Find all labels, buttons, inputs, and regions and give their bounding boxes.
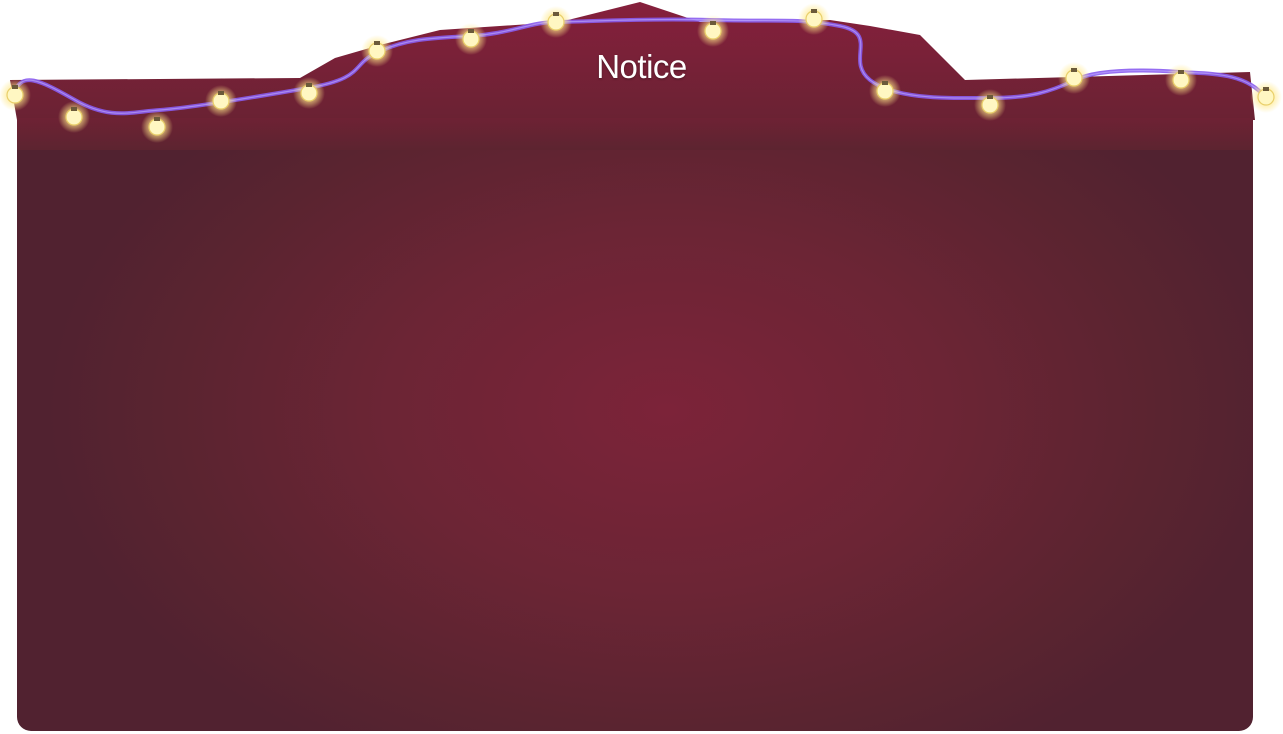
light-bulb-icon	[141, 111, 173, 143]
light-bulb-icon	[974, 89, 1006, 121]
light-bulb-icon	[697, 15, 729, 47]
dialog-message	[60, 190, 1220, 690]
notice-dialog: Notice	[0, 0, 1283, 734]
light-bulb-icon	[540, 6, 572, 38]
light-bulb-icon	[58, 101, 90, 133]
dialog-title: Notice	[596, 48, 687, 85]
light-bulb-icon	[798, 3, 830, 35]
light-bulb-icon	[205, 85, 237, 117]
